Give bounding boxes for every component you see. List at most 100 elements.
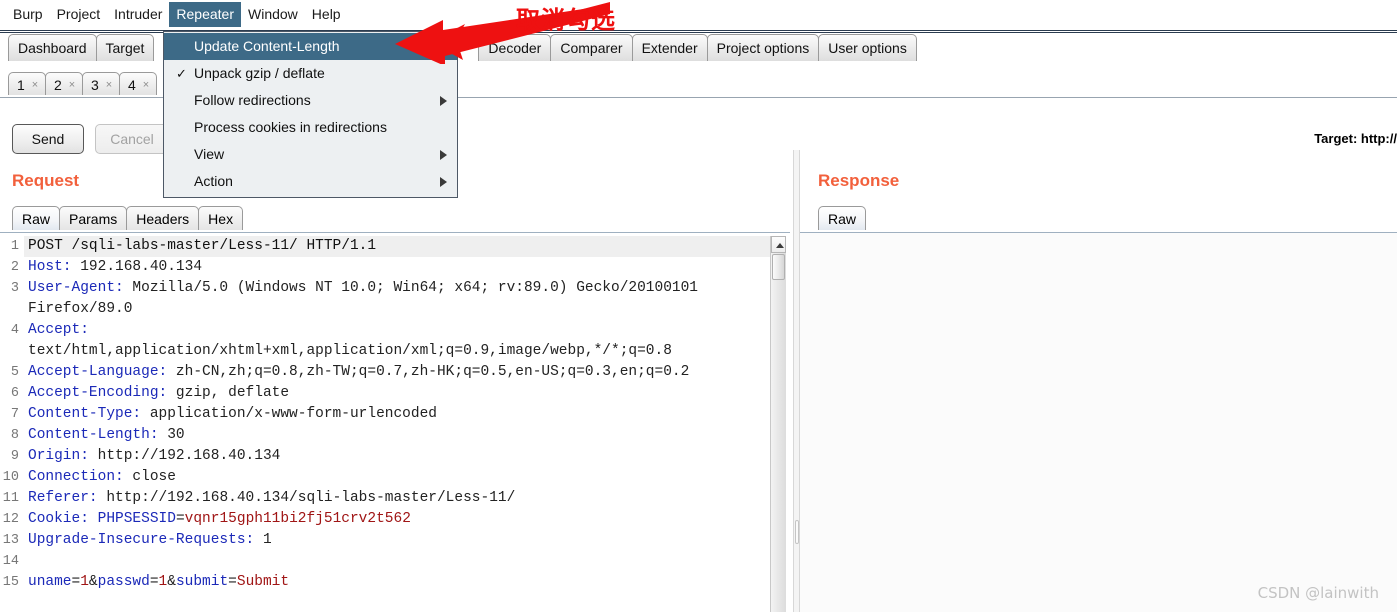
line-segment: Origin: <box>28 448 89 464</box>
line-text[interactable]: User-Agent: Mozilla/5.0 (Windows NT 10.0… <box>24 278 770 299</box>
scrollbar-thumb[interactable] <box>772 254 785 280</box>
burp-suite-window: Burp Project Intruder Repeater Window Help Da… <box>0 0 1397 612</box>
line-segment: & <box>88 574 98 590</box>
tab-target[interactable]: Target <box>95 34 155 61</box>
tab-dashboard[interactable]: Dashboard <box>8 34 97 61</box>
line-number: 3 <box>10 281 19 296</box>
menu-item-update-content-length[interactable]: Update Content-Length <box>164 33 457 60</box>
line-text[interactable]: Upgrade-Insecure-Requests: 1 <box>24 530 770 551</box>
line-text[interactable]: uname=1&passwd=1&submit=Submit <box>24 572 770 593</box>
line-segment: Upgrade-Insecure-Requests: <box>28 532 255 548</box>
request-subtabs: Raw Params Headers Hex <box>12 205 244 232</box>
line-text[interactable]: Accept-Encoding: gzip, deflate <box>24 383 770 404</box>
menu-item-label: View <box>194 146 225 162</box>
tab-user-options[interactable]: User options <box>818 34 917 61</box>
menu-window[interactable]: Window <box>241 2 305 27</box>
repeater-dropdown-menu: Update Content-Length ✓ Unpack gzip / defl… <box>163 31 458 198</box>
menu-item-action[interactable]: Action <box>164 168 457 195</box>
tab-extender[interactable]: Extender <box>631 34 708 61</box>
splitter-grip-icon[interactable] <box>795 520 799 544</box>
menu-burp[interactable]: Burp <box>6 2 50 27</box>
line-segment: gzip, deflate <box>167 385 290 401</box>
line-text[interactable]: Accept: <box>24 320 770 341</box>
scroll-up-icon[interactable] <box>771 236 786 253</box>
request-line: 13 Upgrade-Insecure-Requests: 1 <box>0 530 770 551</box>
repeater-tab-2[interactable]: 2 × <box>45 72 83 97</box>
request-line: 4 Accept: <box>0 320 770 341</box>
line-segment: User-Agent: <box>28 280 124 296</box>
line-text[interactable]: POST /sqli-labs-master/Less-11/ HTTP/1.1 <box>24 236 770 257</box>
line-number: 15 <box>2 575 19 590</box>
line-text[interactable]: Cookie: PHPSESSID=vqnr15gph11bi2fj51crv2… <box>24 509 770 530</box>
close-icon[interactable]: × <box>32 73 38 97</box>
response-subtabs: Raw <box>818 205 867 232</box>
tab-project-options[interactable]: Project options <box>706 34 820 61</box>
request-line: 5 Accept-Language: zh-CN,zh;q=0.8,zh-TW;q… <box>0 362 770 383</box>
line-segment: application/x-www-form-urlencoded <box>141 406 437 422</box>
send-button[interactable]: Send <box>12 124 84 154</box>
line-text[interactable]: Origin: http://192.168.40.134 <box>24 446 770 467</box>
line-segment: = <box>175 511 185 527</box>
line-segment: passwd <box>97 574 150 590</box>
repeater-tab-4[interactable]: 4 × <box>119 72 157 97</box>
response-tab-raw[interactable]: Raw <box>818 206 867 232</box>
line-text[interactable]: Connection: close <box>24 467 770 488</box>
request-pane-title: Request <box>12 171 80 190</box>
line-segment: http://192.168.40.134/sqli-labs-master/L… <box>97 490 516 506</box>
line-number: 4 <box>10 323 19 338</box>
line-segment: text/html,application/xhtml+xml,applicat… <box>28 343 672 359</box>
line-text[interactable]: Host: 192.168.40.134 <box>24 257 770 278</box>
line-segment: Firefox/89.0 <box>28 301 133 317</box>
repeater-tab-number: 2 <box>54 77 62 93</box>
request-line: 3 User-Agent: Mozilla/5.0 (Windows NT 10.… <box>0 278 770 299</box>
line-text[interactable]: Content-Length: 30 <box>24 425 770 446</box>
menu-help[interactable]: Help <box>305 2 348 27</box>
line-text[interactable]: Firefox/89.0 <box>24 299 770 320</box>
menu-item-label: Update Content-Length <box>194 38 340 54</box>
close-icon[interactable]: × <box>106 73 112 97</box>
line-text[interactable]: text/html,application/xhtml+xml,applicat… <box>24 341 770 362</box>
line-segment: Host: <box>28 259 72 275</box>
line-text[interactable]: Accept-Language: zh-CN,zh;q=0.8,zh-TW;q=… <box>24 362 770 383</box>
target-label: Target: http:// <box>1314 131 1397 146</box>
menu-repeater[interactable]: Repeater <box>169 1 241 27</box>
pane-splitter[interactable] <box>793 150 800 612</box>
line-text[interactable]: Referer: http://192.168.40.134/sqli-labs… <box>24 488 770 509</box>
repeater-tab-1[interactable]: 1 × <box>8 72 46 97</box>
request-editor[interactable]: 1 POST /sqli-labs-master/Less-11/ HTTP/1.… <box>0 236 770 612</box>
submenu-arrow-icon <box>440 150 447 160</box>
repeater-tab-3[interactable]: 3 × <box>82 72 120 97</box>
cancel-button: Cancel <box>95 124 169 154</box>
tab-decoder[interactable]: Decoder <box>478 34 552 61</box>
request-line: Firefox/89.0 <box>0 299 770 320</box>
close-icon[interactable]: × <box>143 73 149 97</box>
line-segment: PHPSESSID <box>97 511 176 527</box>
annotation-text: 取消勾选 <box>516 6 616 34</box>
line-segment: = <box>71 574 81 590</box>
request-scrollbar[interactable] <box>770 236 786 612</box>
response-editor[interactable] <box>800 233 1397 612</box>
line-segment: 1 <box>158 574 168 590</box>
menu-item-follow-redirections[interactable]: Follow redirections <box>164 87 457 114</box>
request-subtabs-underline <box>0 230 790 233</box>
line-segment: 1 <box>254 532 272 548</box>
request-tab-headers[interactable]: Headers <box>126 206 200 232</box>
request-tab-hex[interactable]: Hex <box>198 206 244 232</box>
line-segment: Accept-Encoding: <box>28 385 168 401</box>
menu-project[interactable]: Project <box>50 2 108 27</box>
line-number: 5 <box>10 365 19 380</box>
line-number: 14 <box>2 554 19 569</box>
line-text[interactable]: Content-Type: application/x-www-form-url… <box>24 404 770 425</box>
menu-item-view[interactable]: View <box>164 141 457 168</box>
request-tab-params[interactable]: Params <box>59 206 128 232</box>
close-icon[interactable]: × <box>69 73 75 97</box>
request-line: 10 Connection: close <box>0 467 770 488</box>
line-segment: uname <box>28 574 72 590</box>
menu-intruder[interactable]: Intruder <box>107 2 169 27</box>
line-number: 11 <box>2 491 19 506</box>
menu-item-process-cookies-in-redirections[interactable]: Process cookies in redirections <box>164 114 457 141</box>
request-tab-raw[interactable]: Raw <box>12 206 61 232</box>
menu-item-unpack-gzip-deflate[interactable]: ✓ Unpack gzip / deflate <box>164 60 457 87</box>
line-segment: http://192.168.40.134 <box>88 448 281 464</box>
tab-comparer[interactable]: Comparer <box>550 34 633 61</box>
